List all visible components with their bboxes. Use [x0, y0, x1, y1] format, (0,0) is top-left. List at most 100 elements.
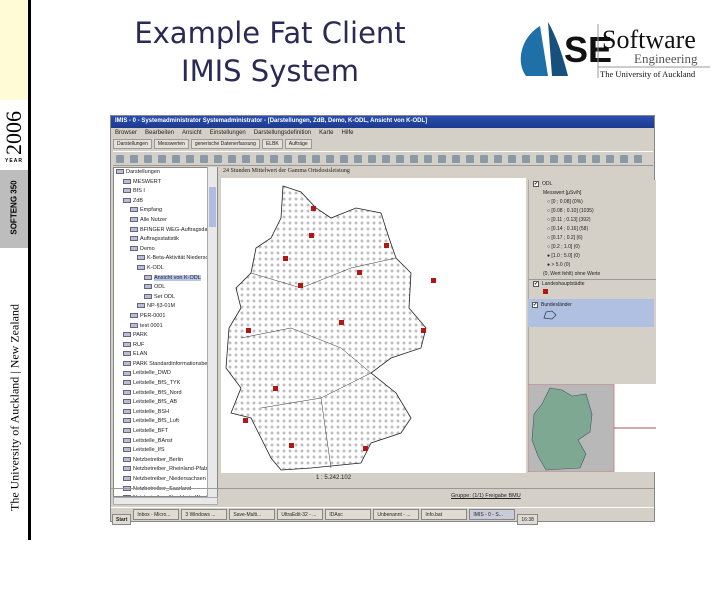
tree-item[interactable]: Demo — [114, 245, 217, 255]
menu-item-6[interactable]: Hilfe — [341, 130, 353, 136]
capital-marker[interactable] — [339, 320, 344, 325]
tab-2[interactable]: generische Datenerfassung — [190, 139, 260, 149]
capital-marker[interactable] — [421, 328, 426, 333]
tree-item[interactable]: Netzbetreiber_Niedersachsen — [114, 475, 217, 485]
capital-marker[interactable] — [363, 446, 368, 451]
capital-marker[interactable] — [283, 256, 288, 261]
toolbar-button-icon[interactable] — [144, 155, 152, 163]
capital-marker[interactable] — [431, 278, 436, 283]
tree-item[interactable]: PARK Standardinformationsbedarf — [114, 360, 217, 370]
taskbar-item[interactable]: Unbenannt - ... — [373, 509, 420, 520]
tree-item[interactable]: Leitstelle_BfS_Luft — [114, 417, 217, 427]
tree-item[interactable]: ZdB — [114, 197, 217, 207]
toolbar-button-icon[interactable] — [452, 155, 460, 163]
toolbar-button-icon[interactable] — [298, 155, 306, 163]
tab-3[interactable]: ELBK — [261, 139, 283, 149]
toolbar-button-icon[interactable] — [494, 155, 502, 163]
tree-item[interactable]: BfS I — [114, 187, 217, 197]
tree-item[interactable]: BFINGER WEG-Auftragsdarstellung — [114, 226, 217, 236]
toolbar-button-icon[interactable] — [410, 155, 418, 163]
toolbar-button-icon[interactable] — [158, 155, 166, 163]
capital-marker[interactable] — [246, 328, 251, 333]
capital-marker[interactable] — [309, 233, 314, 238]
toolbar-button-icon[interactable] — [256, 155, 264, 163]
menu-item-1[interactable]: Bearbeiten — [145, 130, 174, 136]
toolbar-button-icon[interactable] — [284, 155, 292, 163]
menu-item-3[interactable]: Einstellungen — [210, 130, 246, 136]
toolbar-button-icon[interactable] — [578, 155, 586, 163]
tree-item[interactable]: ELAN — [114, 350, 217, 360]
map-canvas[interactable] — [221, 178, 526, 473]
toolbar-button-icon[interactable] — [620, 155, 628, 163]
toolbar-button-icon[interactable] — [466, 155, 474, 163]
tree-item[interactable]: RUF — [114, 341, 217, 351]
toolbar-button-icon[interactable] — [508, 155, 516, 163]
tree-item[interactable]: NP-§3-01M — [114, 302, 217, 312]
toolbar-button-icon[interactable] — [382, 155, 390, 163]
toolbar-button-icon[interactable] — [186, 155, 194, 163]
tree-item[interactable]: Set ODL — [114, 293, 217, 303]
toolbar-button-icon[interactable] — [396, 155, 404, 163]
toolbar-button-icon[interactable] — [438, 155, 446, 163]
tree-item[interactable]: Empfang — [114, 206, 217, 216]
toolbar-button-icon[interactable] — [606, 155, 614, 163]
toolbar-button-icon[interactable] — [326, 155, 334, 163]
tree-item[interactable]: Netzbetreiber_Berlin — [114, 456, 217, 466]
capital-marker[interactable] — [298, 283, 303, 288]
tree-item[interactable]: Leitstelle_BfS_TYK — [114, 379, 217, 389]
tree-item[interactable]: K-ODL — [114, 264, 217, 274]
tree-item[interactable]: Netzbetreiber_Rheinland-Pfalz — [114, 465, 217, 475]
tree-item[interactable]: PER-0001 — [114, 312, 217, 322]
tree-item[interactable]: Leitstelle_IfS — [114, 446, 217, 456]
toolbar-button-icon[interactable] — [228, 155, 236, 163]
tree-item[interactable]: K-Beta-Aktivität Niederschlag 24h — [114, 254, 217, 264]
capital-marker[interactable] — [289, 443, 294, 448]
tree-item[interactable]: ODL — [114, 283, 217, 293]
toolbar-button-icon[interactable] — [368, 155, 376, 163]
tab-4[interactable]: Aufträge — [284, 139, 312, 149]
tree-view[interactable]: Darstellungen MESWERT BfS I ZdB Empfang Alle … — [113, 167, 218, 497]
toolbar-button-icon[interactable] — [550, 155, 558, 163]
toolbar-button-icon[interactable] — [172, 155, 180, 163]
toolbar-button-icon[interactable] — [424, 155, 432, 163]
menu-item-5[interactable]: Karte — [319, 130, 333, 136]
toolbar-button-icon[interactable] — [592, 155, 600, 163]
taskbar-item[interactable]: UltraEdit-32 - ... — [277, 509, 324, 520]
toolbar-button-icon[interactable] — [480, 155, 488, 163]
taskbar-item[interactable]: IMIS - 0 - S... — [469, 509, 516, 520]
tab-0[interactable]: Darstellungen — [113, 139, 152, 149]
menu-item-2[interactable]: Ansicht — [182, 130, 202, 136]
tab-1[interactable]: Messwerten — [153, 139, 189, 149]
odl-checkbox[interactable]: ✔ — [533, 180, 539, 187]
taskbar-item[interactable]: IDAsc — [325, 509, 372, 520]
toolbar-button-icon[interactable] — [340, 155, 348, 163]
taskbar-item[interactable]: Save-Multi... — [229, 509, 276, 520]
states-checkbox[interactable]: ✔ — [532, 301, 538, 308]
start-button[interactable]: Start — [112, 514, 132, 525]
capital-marker[interactable] — [357, 270, 362, 275]
tree-item[interactable]: MESWERT — [114, 178, 217, 188]
toolbar-button-icon[interactable] — [130, 155, 138, 163]
toolbar-button-icon[interactable] — [564, 155, 572, 163]
tree-item[interactable]: Auftragsstatistik — [114, 235, 217, 245]
tree-item[interactable]: Ansicht von K-ODL — [114, 274, 217, 284]
toolbar-button-icon[interactable] — [270, 155, 278, 163]
capital-marker[interactable] — [311, 206, 316, 211]
capital-marker[interactable] — [384, 243, 389, 248]
menu-item-4[interactable]: Darstellungsdefinition — [254, 130, 311, 136]
toolbar-button-icon[interactable] — [312, 155, 320, 163]
taskbar-item[interactable]: Inbox - Micro... — [133, 509, 180, 520]
toolbar-button-icon[interactable] — [354, 155, 362, 163]
toolbar-button-icon[interactable] — [214, 155, 222, 163]
toolbar-button-icon[interactable] — [200, 155, 208, 163]
toolbar-button-icon[interactable] — [242, 155, 250, 163]
tree-item[interactable]: Alle Nutzer — [114, 216, 217, 226]
tree-item[interactable]: Leitstelle_BSH — [114, 408, 217, 418]
tree-scrollbar[interactable] — [207, 167, 217, 497]
tree-item[interactable]: Leitstelle_BAnst — [114, 437, 217, 447]
tree-item[interactable]: Leitstelle_BFT — [114, 427, 217, 437]
tree-item[interactable]: Leitstelle_BfS_AB — [114, 398, 217, 408]
overview-map[interactable] — [527, 383, 656, 473]
tree-item[interactable]: Darstellungen — [114, 168, 217, 178]
tree-item[interactable]: Leitstelle_DWD — [114, 369, 217, 379]
